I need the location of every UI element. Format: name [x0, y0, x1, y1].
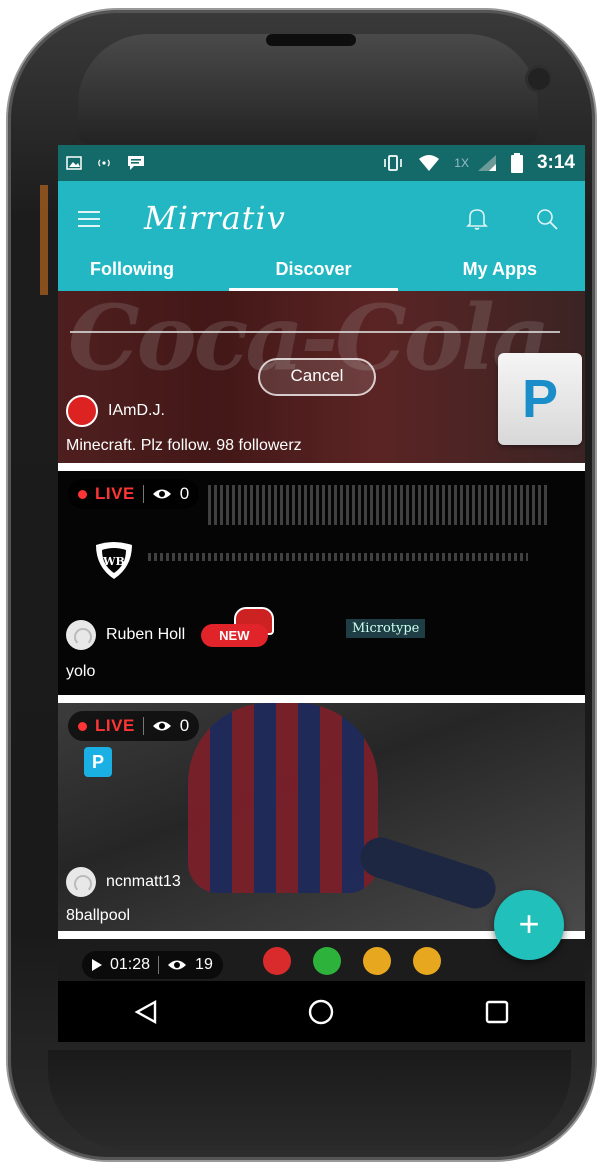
- vibrate-icon: [384, 155, 403, 171]
- stream-caption: yolo: [66, 663, 96, 680]
- live-dot-icon: [78, 721, 87, 731]
- search-icon[interactable]: [535, 207, 559, 231]
- signal-icon: [477, 155, 496, 171]
- home-icon[interactable]: [291, 992, 351, 1032]
- avatar: [66, 867, 96, 897]
- tab-discover[interactable]: Discover: [229, 253, 398, 291]
- divider: [142, 485, 144, 503]
- ball: [363, 947, 391, 975]
- duration: 01:28: [110, 956, 151, 973]
- chat-icon: [128, 156, 144, 170]
- ball: [413, 947, 441, 975]
- stream-user[interactable]: ncnmatt13: [66, 867, 181, 897]
- username: IAmD.J.: [108, 402, 165, 419]
- live-label: LIVE: [95, 716, 135, 735]
- eye-icon: [152, 489, 171, 499]
- app-screen: 1X 3:14 Mirrativ Following Discover My A…: [58, 145, 585, 1042]
- back-icon[interactable]: [116, 992, 176, 1032]
- tab-following[interactable]: Following: [58, 253, 239, 291]
- stream-user[interactable]: Ruben Holl NEW: [66, 620, 268, 650]
- app-header: Mirrativ Following Discover My Apps: [58, 181, 585, 291]
- viewer-count: 0: [179, 484, 190, 503]
- game-thumbnail: [263, 947, 441, 975]
- ball: [313, 947, 341, 975]
- wifi-icon: [419, 155, 440, 171]
- recents-icon[interactable]: [467, 992, 527, 1032]
- battery-icon: [510, 153, 523, 173]
- player-thumbnail: [355, 832, 501, 914]
- stream-card[interactable]: Coca-Cola Cancel P IAmD.J. Minecraft. Pl…: [58, 291, 585, 463]
- phone-bezel-top: [78, 34, 538, 144]
- phone-camera: [528, 68, 550, 90]
- add-stream-button[interactable]: +: [494, 890, 564, 960]
- clock-time: 3:14: [536, 152, 575, 173]
- live-label: LIVE: [95, 484, 135, 503]
- stream-feed[interactable]: Coca-Cola Cancel P IAmD.J. Minecraft. Pl…: [58, 291, 585, 981]
- phone-bezel-bottom: [48, 1050, 571, 1150]
- live-indicator: LIVE 0: [68, 479, 200, 509]
- view-count: 19: [195, 956, 213, 973]
- cancel-button[interactable]: Cancel: [258, 358, 376, 396]
- username: Ruben Holl: [106, 626, 186, 643]
- bell-icon[interactable]: [466, 207, 488, 231]
- player-thumbnail: [188, 703, 378, 893]
- stream-caption: Minecraft. Plz follow. 98 followerz: [66, 437, 302, 454]
- replay-indicator: 01:28 19: [82, 951, 223, 979]
- ball: [263, 947, 291, 975]
- eye-icon: [152, 721, 171, 731]
- screen-text-artifact: [148, 553, 528, 561]
- new-badge: NEW: [201, 623, 268, 647]
- phone-speaker: [266, 34, 356, 46]
- system-nav-bar: [58, 981, 585, 1042]
- stream-caption: 8ballpool: [66, 907, 131, 924]
- tab-bar: Following Discover My Apps: [58, 253, 585, 291]
- stream-card[interactable]: WB Microtype LIVE 0 Ruben Holl NEW yolo: [58, 471, 585, 695]
- tab-my-apps[interactable]: My Apps: [388, 253, 585, 291]
- username: ncnmatt13: [106, 873, 181, 890]
- divider: [158, 956, 160, 974]
- divider: [70, 331, 560, 333]
- screen-text-artifact: [208, 485, 548, 525]
- divider: [142, 717, 144, 735]
- app-icon: P: [84, 747, 112, 777]
- play-icon: [92, 959, 102, 971]
- avatar: [66, 395, 98, 427]
- live-indicator: LIVE 0: [68, 711, 200, 741]
- avatar: [66, 620, 96, 650]
- watermark-label: Microtype: [346, 619, 426, 638]
- stream-user[interactable]: IAmD.J.: [66, 395, 165, 427]
- screen-edge-reflection: [40, 185, 48, 295]
- network-type-label: 1X: [454, 156, 469, 170]
- app-icon-badge[interactable]: P: [498, 353, 582, 445]
- live-dot-icon: [78, 489, 87, 499]
- viewer-count: 0: [179, 716, 190, 735]
- app-logo: Mirrativ: [144, 199, 286, 237]
- wireless-icon: [98, 159, 110, 167]
- eye-icon: [168, 960, 187, 970]
- wb-shield-icon: WB: [96, 542, 132, 579]
- image-icon: [66, 156, 82, 170]
- menu-icon[interactable]: [78, 211, 100, 227]
- status-bar: 1X 3:14: [58, 145, 585, 181]
- stream-card[interactable]: P LIVE 0 ncnmatt13 8ballpool: [58, 703, 585, 931]
- svg-text:WB: WB: [102, 555, 125, 568]
